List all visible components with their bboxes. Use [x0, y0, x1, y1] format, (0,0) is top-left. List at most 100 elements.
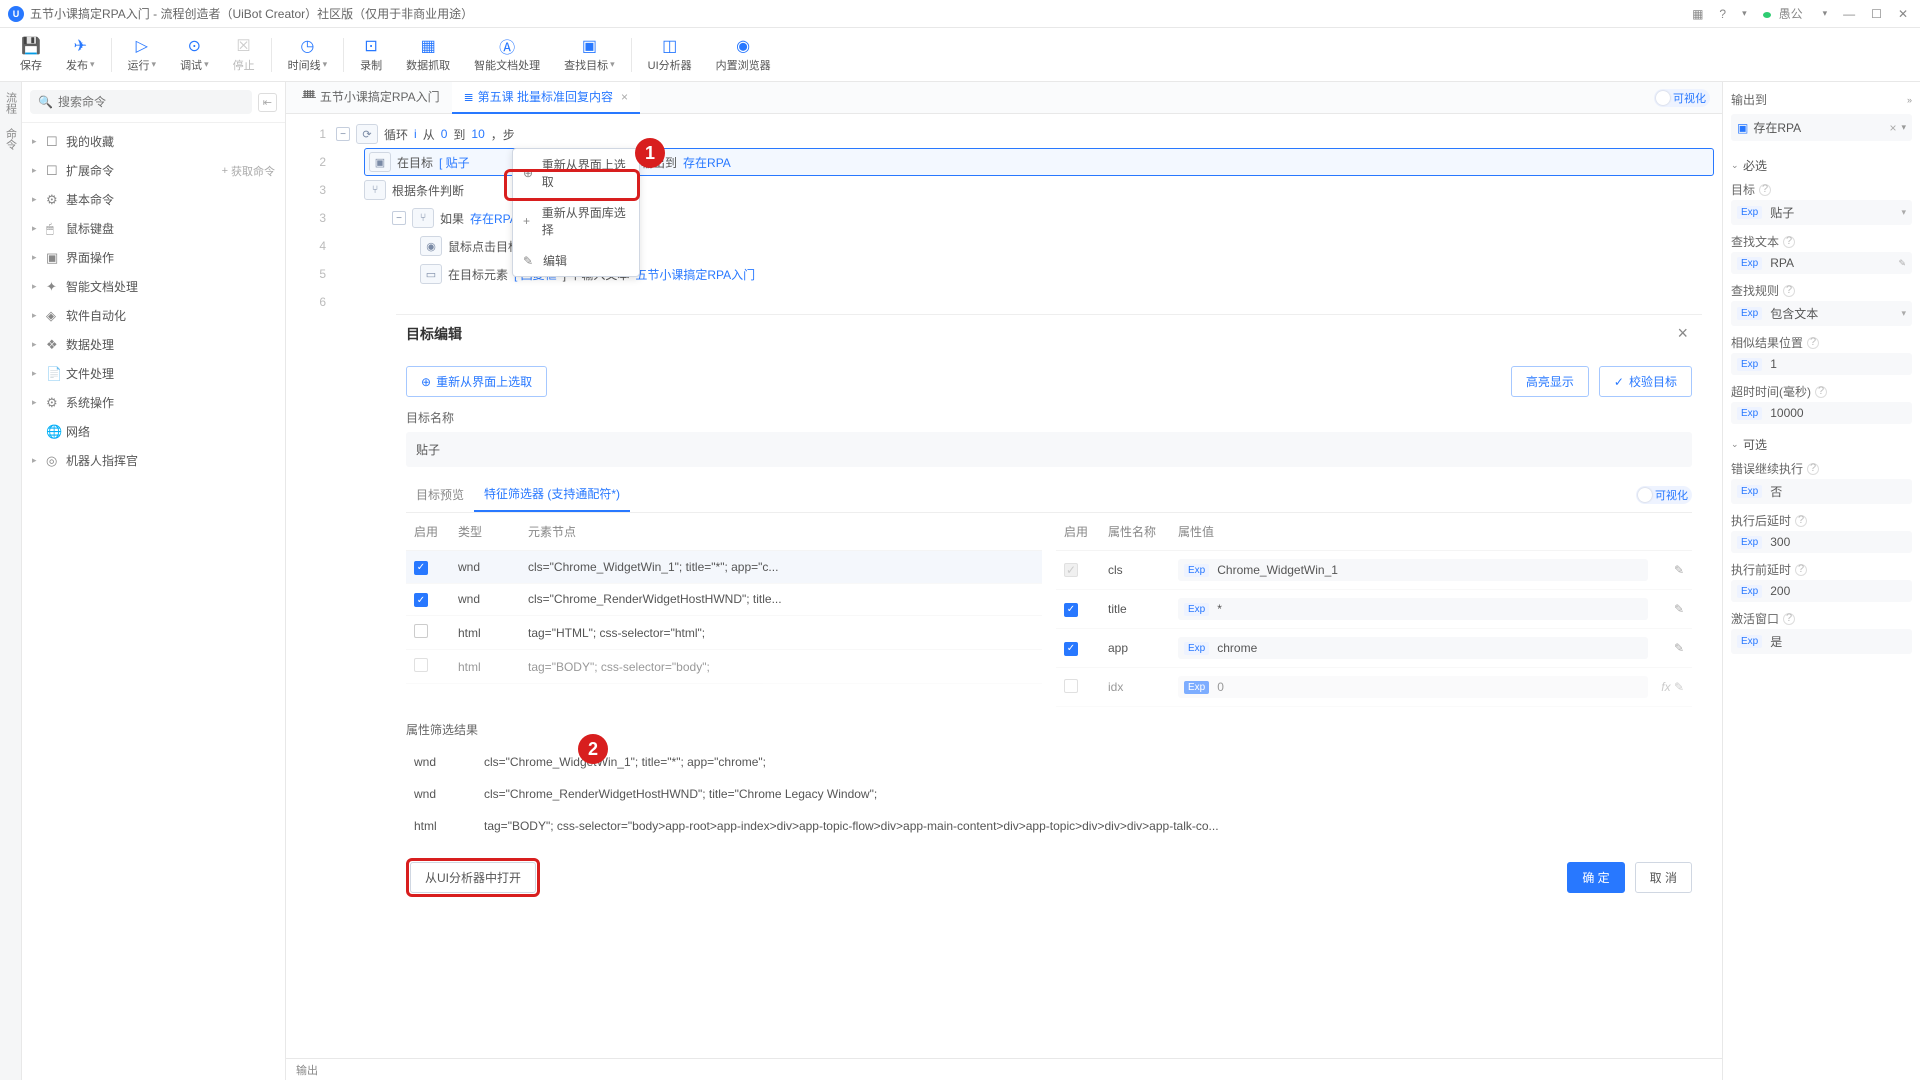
prop-predelay-value[interactable]: Exp200 [1731, 580, 1912, 602]
tree-item[interactable]: ▸◈软件自动化 [22, 301, 285, 330]
table-row[interactable]: idxExp0fx ✎ [1056, 668, 1692, 707]
tree-item[interactable]: ▸▣界面操作 [22, 243, 285, 272]
modal-close-button[interactable]: × [1673, 319, 1692, 348]
user-status[interactable]: 愚公 [1759, 3, 1811, 24]
smart-button[interactable]: Ⓐ智能文档处理 [462, 33, 552, 77]
table-row[interactable]: ✓appExpchrome✎ [1056, 629, 1692, 668]
open-analyzer-button[interactable]: 从UI分析器中打开 [410, 862, 536, 893]
fx-icon[interactable]: fx ✎ [1648, 680, 1684, 694]
prop-target-value[interactable]: Exp贴子▾ [1731, 200, 1912, 225]
rail-flow[interactable]: 流程 [3, 92, 19, 114]
debug-button[interactable]: ⊙调试▾ [168, 33, 221, 77]
help-icon[interactable]: ? [1807, 463, 1819, 475]
table-row[interactable]: ✓wndcls="Chrome_WidgetWin_1"; title="*";… [406, 551, 1042, 584]
cm-reselect-lib[interactable]: +重新从界面库选择 [513, 197, 639, 245]
grid-icon[interactable]: ▦ [1688, 5, 1707, 23]
record-button[interactable]: ⊡录制 [348, 33, 394, 77]
checkbox[interactable]: ✓ [414, 561, 428, 575]
output-variable-chip[interactable]: ▣存在RPA×▾ [1731, 114, 1912, 141]
checkbox[interactable]: ✓ [1064, 642, 1078, 656]
prop-timeout-value[interactable]: Exp10000 [1731, 402, 1912, 424]
ok-button[interactable]: 确 定 [1567, 862, 1624, 893]
tree-item[interactable]: ▸◎机器人指挥官 [22, 446, 285, 475]
maximize-button[interactable]: ☐ [1867, 5, 1886, 23]
analyzer-button[interactable]: ◫UI分析器 [636, 33, 704, 77]
search-input[interactable] [58, 95, 244, 109]
clear-icon[interactable]: × [1889, 121, 1896, 135]
tab-main-flow[interactable]: ᚙ五节小课搞定RPA入门 [290, 82, 452, 114]
table-row[interactable]: htmltag="BODY"; css-selector="body"; [406, 650, 1042, 684]
tree-item[interactable]: 🌐网络 [22, 417, 285, 446]
help-icon[interactable]: ? [1807, 337, 1819, 349]
group-optional[interactable]: ⌄可选 [1731, 428, 1912, 456]
highlight-button[interactable]: 高亮显示 [1511, 366, 1589, 397]
filter-visualize-toggle[interactable]: 可视化 [1636, 486, 1692, 504]
fold-icon[interactable]: − [336, 127, 350, 141]
tree-item[interactable]: ▸☐扩展命令+获取命令 [22, 156, 285, 185]
rail-cmd[interactable]: 命令 [3, 128, 19, 150]
tab-filter[interactable]: 特征筛选器 (支持通配符*) [474, 477, 630, 512]
prop-activate-value[interactable]: Exp是 [1731, 629, 1912, 654]
prop-sim-value[interactable]: Exp1 [1731, 353, 1912, 375]
output-panel-header[interactable]: 输出 [286, 1058, 1722, 1080]
cm-edit[interactable]: ✎编辑 [513, 245, 639, 276]
verify-button[interactable]: ✓校验目标 [1599, 366, 1692, 397]
tree-item[interactable]: ▸⚙基本命令 [22, 185, 285, 214]
browser-button[interactable]: ◉内置浏览器 [704, 33, 783, 77]
visualize-toggle[interactable]: 可视化 [1654, 89, 1710, 107]
checkbox[interactable]: ✓ [414, 593, 428, 607]
tree-item[interactable]: ▸✦智能文档处理 [22, 272, 285, 301]
checkbox[interactable] [1064, 679, 1078, 693]
help-icon[interactable]: ? [1759, 184, 1771, 196]
help-icon[interactable]: ? [1795, 515, 1807, 527]
run-button[interactable]: ▷运行▾ [116, 33, 169, 77]
group-required[interactable]: ⌄必选 [1731, 149, 1912, 177]
checkbox[interactable] [414, 624, 428, 638]
fold-icon[interactable]: − [392, 211, 406, 225]
prop-errcont-value[interactable]: Exp否 [1731, 479, 1912, 504]
publish-button[interactable]: ✈发布▾ [54, 33, 107, 77]
search-input-wrap[interactable]: 🔍 [30, 90, 252, 114]
checkbox[interactable] [414, 658, 428, 672]
tree-item[interactable]: ▸📄文件处理 [22, 359, 285, 388]
get-cmd-link[interactable]: +获取命令 [222, 163, 275, 179]
capture-button[interactable]: ▦数据抓取 [394, 33, 462, 77]
collapse-sidebar-icon[interactable]: ⇤ [258, 93, 277, 112]
tree-item[interactable]: ▸☐我的收藏 [22, 127, 285, 156]
prop-find-value[interactable]: ExpRPA✎ [1731, 252, 1912, 274]
timeline-button[interactable]: ◷时间线▾ [276, 33, 340, 77]
tab-lesson5[interactable]: ≣第五课 批量标准回复内容× [452, 82, 640, 114]
checkbox[interactable]: ✓ [1064, 603, 1078, 617]
save-button[interactable]: 💾保存 [8, 33, 54, 77]
find-target-button[interactable]: ▣查找目标▾ [552, 33, 627, 77]
edit-icon[interactable]: ✎ [1648, 641, 1684, 655]
table-row[interactable]: ✓wndcls="Chrome_RenderWidgetHostHWND"; t… [406, 584, 1042, 617]
tree-item[interactable]: ▸❖数据处理 [22, 330, 285, 359]
code-area[interactable]: − ⟳ 循环 i 从 0 到 10 ，步 ▣ 在目标 [ 贴子 否存在 输出到 … [336, 114, 1722, 1058]
help-icon[interactable]: ? [1783, 285, 1795, 297]
close-button[interactable]: ✕ [1894, 5, 1912, 23]
table-row[interactable]: ✓clsExpChrome_WidgetWin_1✎ [1056, 551, 1692, 590]
table-row[interactable]: htmltag="HTML"; css-selector="html"; [406, 616, 1042, 650]
prop-rule-value[interactable]: Exp包含文本▾ [1731, 301, 1912, 326]
help-icon[interactable]: ? [1795, 564, 1807, 576]
help-icon[interactable]: ? [1783, 236, 1795, 248]
reselect-button[interactable]: ⊕重新从界面上选取 [406, 366, 547, 397]
tree-item[interactable]: ▸🖱鼠标键盘 [22, 214, 285, 243]
edit-icon[interactable]: ✎ [1648, 602, 1684, 616]
user-dropdown-icon[interactable]: ▾ [1819, 6, 1832, 21]
minimize-button[interactable]: — [1839, 5, 1859, 23]
tab-preview[interactable]: 目标预览 [406, 478, 474, 511]
edit-icon[interactable]: ✎ [1648, 563, 1684, 577]
help-icon[interactable]: ? [1783, 613, 1795, 625]
target-name-input[interactable]: 贴子 [406, 432, 1692, 467]
table-row[interactable]: ✓titleExp*✎ [1056, 590, 1692, 629]
tree-item[interactable]: ▸⚙系统操作 [22, 388, 285, 417]
help-icon[interactable]: ? [1815, 386, 1827, 398]
help-icon[interactable]: ? [1715, 5, 1730, 23]
cm-reselect-screen[interactable]: ⊕重新从界面上选取 [513, 149, 639, 197]
help-dropdown-icon[interactable]: ▾ [1738, 6, 1751, 21]
cancel-button[interactable]: 取 消 [1635, 862, 1692, 893]
prop-postdelay-value[interactable]: Exp300 [1731, 531, 1912, 553]
tab-close-icon[interactable]: × [621, 90, 628, 104]
